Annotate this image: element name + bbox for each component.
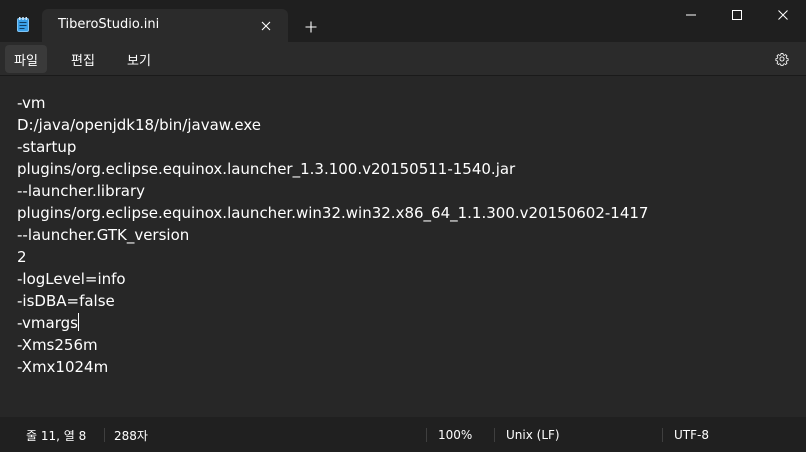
editor-line[interactable]: --launcher.GTK_version: [17, 224, 648, 246]
character-count: 288자: [114, 428, 148, 443]
notepad-icon: [17, 17, 29, 32]
editor-line[interactable]: -vm: [17, 92, 648, 114]
line-ending[interactable]: Unix (LF): [506, 418, 560, 452]
editor-line[interactable]: 2: [17, 246, 648, 268]
new-tab-button[interactable]: [298, 15, 324, 39]
menu-view[interactable]: 보기: [118, 45, 160, 73]
close-window-button[interactable]: [760, 0, 806, 30]
editor-line[interactable]: plugins/org.eclipse.equinox.launcher_1.3…: [17, 158, 648, 180]
editor-line[interactable]: -Xmx1024m: [17, 356, 648, 378]
tab-tiberostudio[interactable]: TiberoStudio.ini: [42, 9, 288, 42]
plus-icon: [305, 21, 317, 33]
notepad-window: TiberoStudio.ini 파일 편집 보기 -vm D:/java/op…: [0, 0, 806, 452]
maximize-button[interactable]: [714, 0, 760, 30]
current-line-text: -vmargs: [17, 314, 78, 332]
status-divider: [426, 428, 427, 442]
encoding[interactable]: UTF-8: [674, 418, 709, 452]
text-caret: [77, 313, 79, 331]
editor-line-current[interactable]: -vmargs: [17, 312, 648, 334]
status-divider: [494, 428, 495, 442]
minimize-button[interactable]: [668, 0, 714, 30]
close-icon: [778, 10, 788, 20]
editor-line[interactable]: -logLevel=info: [17, 268, 648, 290]
settings-button[interactable]: [768, 47, 796, 71]
gear-icon: [775, 53, 789, 66]
menu-file[interactable]: 파일: [5, 45, 47, 73]
text-editor[interactable]: -vm D:/java/openjdk18/bin/javaw.exe -sta…: [0, 75, 806, 417]
close-tab-button[interactable]: [254, 14, 278, 38]
editor-line[interactable]: -isDBA=false: [17, 290, 648, 312]
status-divider: [662, 428, 663, 442]
tab-title: TiberoStudio.ini: [58, 17, 160, 32]
zoom-level[interactable]: 100%: [438, 418, 472, 452]
editor-line[interactable]: -Xms256m: [17, 334, 648, 356]
title-bar[interactable]: TiberoStudio.ini: [0, 0, 806, 42]
editor-line[interactable]: -startup: [17, 136, 648, 158]
menu-bar: 파일 편집 보기: [0, 42, 806, 75]
editor-content[interactable]: -vm D:/java/openjdk18/bin/javaw.exe -sta…: [17, 92, 648, 378]
editor-line[interactable]: plugins/org.eclipse.equinox.launcher.win…: [17, 202, 648, 224]
close-icon: [261, 21, 271, 31]
minimize-icon: [686, 14, 696, 16]
cursor-position[interactable]: 줄 11, 열 8: [26, 418, 86, 452]
editor-line[interactable]: --launcher.library: [17, 180, 648, 202]
menu-edit[interactable]: 편집: [62, 45, 104, 73]
editor-line[interactable]: D:/java/openjdk18/bin/javaw.exe: [17, 114, 648, 136]
status-divider: [104, 428, 105, 442]
maximize-icon: [732, 10, 742, 20]
status-bar: 줄 11, 열 8 288자 100% Unix (LF) UTF-8: [0, 418, 806, 452]
